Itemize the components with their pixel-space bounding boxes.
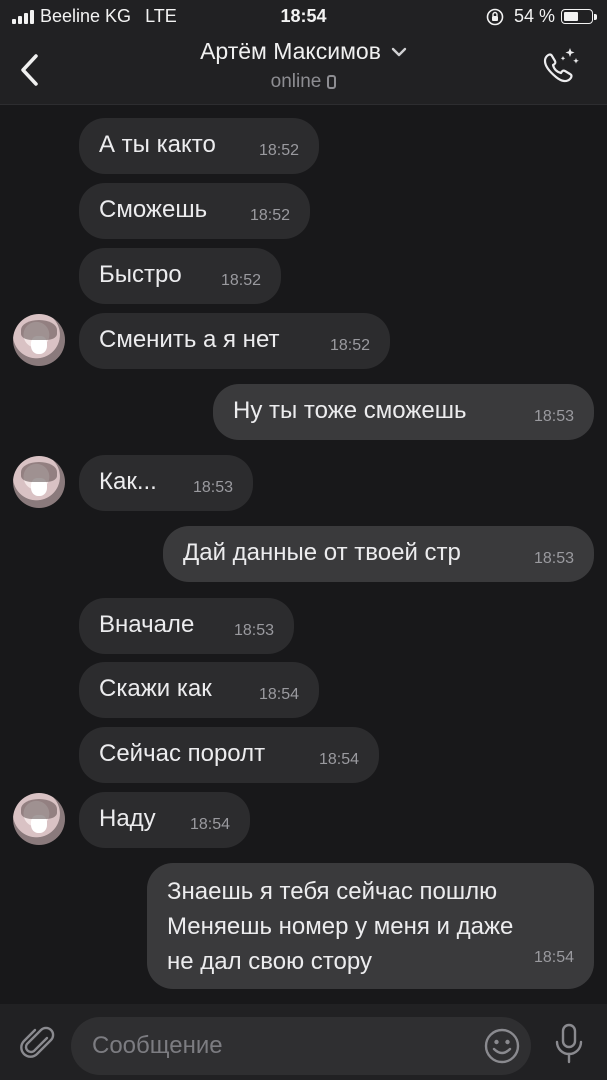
message-text: Вначале — [99, 611, 195, 638]
message-bubble-incoming[interactable]: Сейчас поролт 18:54 — [79, 727, 379, 783]
contact-status: online — [271, 71, 337, 93]
message-bubble-outgoing[interactable]: Знаешь я тебя сейчас пошлю Меняешь номер… — [147, 863, 594, 989]
battery-label: 54 % — [513, 6, 555, 26]
contact-title[interactable]: Артём Максимов — [200, 38, 407, 65]
message-text: Сменить а я нет — [99, 326, 280, 353]
message-bubble-outgoing[interactable]: Ну ты тоже сможешь 18:53 — [213, 384, 594, 440]
message-text: Скажи как — [99, 675, 212, 702]
composer-bar: Сообщение — [0, 1004, 607, 1080]
mobile-icon — [327, 75, 337, 89]
message-bubble-incoming[interactable]: Быстро 18:52 — [79, 248, 281, 304]
message-time: 18:54 — [189, 816, 230, 833]
status-bar: Beeline KG LTE 18:54 54 % — [0, 0, 607, 34]
message-list: А ты както 18:52 Сможешь 18:52 Быстро 18… — [0, 104, 607, 1004]
message-text: Сейчас поролт — [99, 740, 266, 767]
message-bubble-incoming[interactable]: Сможешь 18:52 — [79, 183, 310, 239]
chat-screen: Beeline KG LTE 18:54 54 % Артём Максимов — [0, 0, 607, 1080]
phone-sparkle-icon[interactable] — [537, 44, 581, 88]
message-line: не дал свою стору — [167, 948, 372, 975]
message-bubble-incoming[interactable]: А ты както 18:52 — [79, 118, 319, 174]
message-time: 18:54 — [258, 686, 299, 703]
paperclip-icon[interactable] — [18, 1022, 56, 1062]
message-line: Меняешь номер у меня и даже — [167, 913, 514, 940]
contact-name: Артём Максимов — [200, 38, 381, 64]
message-text: Быстро — [99, 261, 182, 288]
message-text: А ты както — [99, 131, 216, 158]
message-time: 18:53 — [533, 550, 574, 567]
message-text: Ну ты тоже сможешь — [233, 397, 467, 424]
message-text: Дай данные от твоей стр — [183, 539, 461, 566]
avatar[interactable] — [13, 793, 65, 845]
battery-fill — [564, 12, 578, 21]
message-time: 18:52 — [220, 272, 261, 289]
message-time: 18:54 — [533, 949, 574, 966]
avatar[interactable] — [13, 456, 65, 508]
message-placeholder: Сообщение — [92, 1032, 223, 1059]
message-bubble-incoming[interactable]: Как... 18:53 — [79, 455, 253, 511]
message-time: 18:52 — [249, 207, 290, 224]
message-time: 18:53 — [192, 479, 233, 496]
message-time: 18:52 — [329, 337, 370, 354]
message-line: Знаешь я тебя сейчас пошлю — [167, 878, 498, 905]
message-bubble-incoming[interactable]: Скажи как 18:54 — [79, 662, 319, 718]
avatar[interactable] — [13, 314, 65, 366]
chevron-down-icon — [391, 47, 407, 56]
message-bubble-outgoing[interactable]: Дай данные от твоей стр 18:53 — [163, 526, 594, 582]
rotation-lock-icon — [486, 8, 504, 25]
contact-header[interactable]: Артём Максимов online — [120, 38, 487, 93]
message-text: Сможешь — [99, 196, 208, 223]
message-bubble-incoming[interactable]: Сменить а я нет 18:52 — [79, 313, 390, 369]
message-time: 18:52 — [258, 142, 299, 159]
message-bubble-incoming[interactable]: Вначале 18:53 — [79, 598, 294, 654]
status-right: 54 % — [486, 6, 597, 27]
message-time: 18:53 — [533, 408, 574, 425]
battery-icon — [561, 9, 597, 24]
microphone-icon[interactable] — [552, 1022, 586, 1066]
chevron-left-icon[interactable] — [14, 50, 48, 90]
message-time: 18:53 — [233, 622, 274, 639]
message-bubble-incoming[interactable]: Наду 18:54 — [79, 792, 250, 848]
online-status: online — [270, 71, 322, 92]
chat-header: Артём Максимов online — [0, 34, 607, 105]
message-text: Как... — [99, 468, 157, 495]
message-text: Наду — [99, 805, 156, 832]
smiley-icon[interactable] — [483, 1027, 521, 1065]
message-time: 18:54 — [318, 751, 359, 768]
message-input[interactable]: Сообщение — [71, 1017, 531, 1075]
